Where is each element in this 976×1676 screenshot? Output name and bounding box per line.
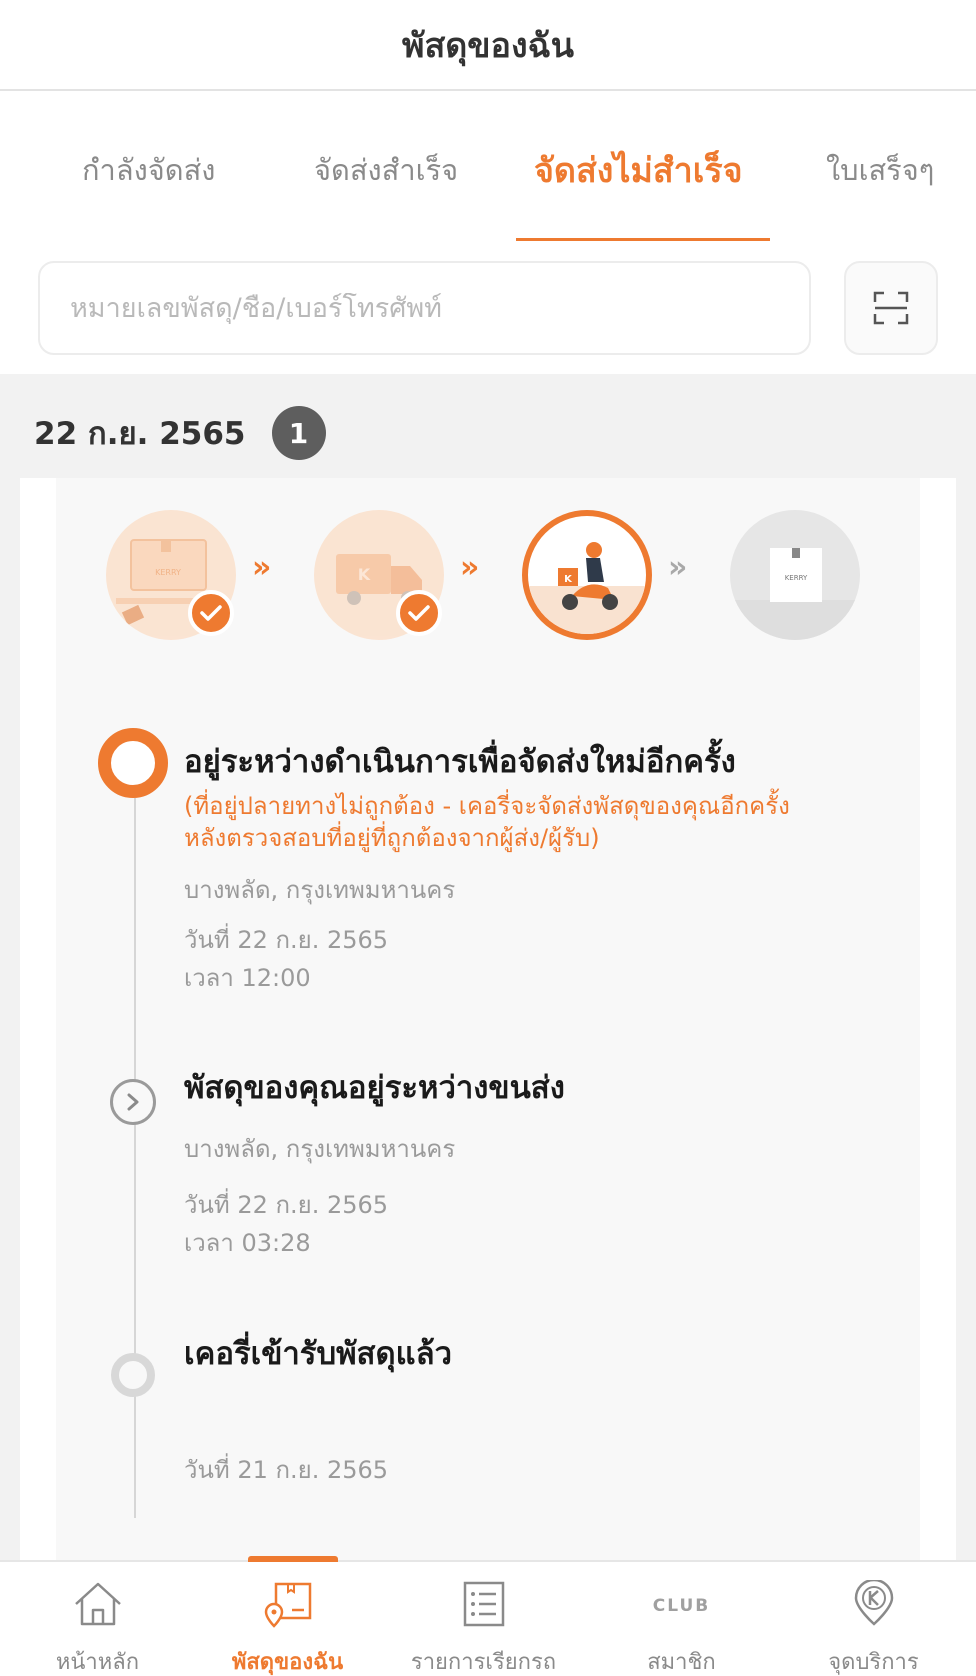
step-arrow-2-icon: » xyxy=(460,550,480,585)
tab-delivered[interactable]: จัดส่งสำเร็จ xyxy=(314,147,458,193)
event-title-picked-up: เคอรี่เข้ารับพัสดุแล้ว xyxy=(184,1336,452,1372)
step-out-for-delivery: K xyxy=(522,510,652,640)
event-location: บางพลัด, กรุงเทพมหานคร xyxy=(184,876,456,904)
timeline-line xyxy=(134,798,136,1518)
event-time: เวลา 03:28 xyxy=(184,1229,311,1257)
club-icon: CLUB xyxy=(652,1596,711,1616)
tab-delivery-failed[interactable]: จัดส่งไม่สำเร็จ xyxy=(534,143,743,197)
date-group-header: 22 ก.ย. 2565 1 xyxy=(34,406,326,460)
nav-member[interactable]: CLUB สมาชิก xyxy=(584,1562,779,1676)
parcel-list[interactable]: 22 ก.ย. 2565 1 KERRY » K » K » KERRY อยู… xyxy=(0,374,976,1560)
tab-receipts[interactable]: ใบเสร็จๆ xyxy=(826,147,934,193)
my-parcel-icon xyxy=(264,1582,311,1628)
event-title-redelivery: อยู่ระหว่างดำเนินการเพื่อจัดส่งใหม่อีกคร… xyxy=(184,744,736,780)
step-pickup-check-icon xyxy=(188,590,234,636)
event-date: วันที่ 22 ก.ย. 2565 xyxy=(184,926,389,954)
tab-in-delivery[interactable]: กำลังจัดส่ง xyxy=(82,147,215,193)
event-location: บางพลัด, กรุงเทพมหานคร xyxy=(184,1135,456,1163)
page-title: พัสดุของฉัน xyxy=(402,25,574,66)
group-date: 22 ก.ย. 2565 xyxy=(34,416,246,452)
parcel-count-badge: 1 xyxy=(271,406,326,460)
step-delivered: KERRY xyxy=(730,510,860,640)
event-date: วันที่ 22 ก.ย. 2565 xyxy=(184,1191,389,1219)
event-date: วันที่ 21 ก.ย. 2565 xyxy=(184,1456,389,1484)
nav-service-point[interactable]: จุดบริการ xyxy=(776,1562,971,1676)
app-header: พัสดุของฉัน xyxy=(0,0,976,91)
step-arrow-3-icon: » xyxy=(668,550,688,585)
chevron-right-icon xyxy=(127,1093,139,1111)
nav-home[interactable]: หน้าหลัก xyxy=(0,1562,195,1676)
search-box xyxy=(38,261,811,355)
event-note-line-2: หลังตรวจสอบที่อยู่ที่ถูกต้องจากผู้ส่ง/ผู… xyxy=(184,824,600,852)
nav-label: พัสดุของฉัน xyxy=(231,1650,344,1675)
event-time: เวลา 12:00 xyxy=(184,964,311,992)
parcel-card-wrapper: KERRY » K » K » KERRY อยู่ระหว่างดำเนินก… xyxy=(20,478,956,1560)
timeline-transit-dot xyxy=(110,1079,156,1125)
svg-text:K: K xyxy=(564,574,573,585)
search-row xyxy=(0,243,976,374)
svg-text:KERRY: KERRY xyxy=(155,568,181,577)
nav-label: รายการเรียกรถ xyxy=(410,1650,557,1675)
active-tab-indicator xyxy=(516,238,770,241)
svg-text:KERRY: KERRY xyxy=(785,574,808,582)
scan-icon xyxy=(873,291,909,325)
list-icon xyxy=(463,1581,504,1627)
scan-button[interactable] xyxy=(844,261,938,355)
bottom-navigation: หน้าหลัก พัสดุของฉัน รายการเรียกรถ CLUB … xyxy=(0,1556,976,1676)
step-arrow-1-icon: » xyxy=(252,550,272,585)
svg-text:K: K xyxy=(358,565,371,584)
event-title-in-transit: พัสดุของคุณอยู่ระหว่างขนส่ง xyxy=(184,1070,565,1106)
timeline-current-dot xyxy=(98,728,168,798)
step-transport-check-icon xyxy=(396,590,442,636)
home-icon xyxy=(74,1582,121,1626)
event-note-line-1: (ที่อยู่ปลายทางไม่ถูกต้อง - เคอรี่จะจัดส… xyxy=(184,792,790,820)
search-input[interactable] xyxy=(70,292,809,324)
delivered-box-icon: KERRY xyxy=(730,548,860,640)
courier-scooter-icon: K xyxy=(528,542,646,634)
nav-label: สมาชิก xyxy=(647,1650,716,1675)
timeline-past-dot xyxy=(111,1353,155,1397)
nav-label: หน้าหลัก xyxy=(55,1650,140,1675)
nav-label: จุดบริการ xyxy=(828,1650,919,1675)
nav-pickup-list[interactable]: รายการเรียกรถ xyxy=(386,1562,581,1676)
status-tabs: กำลังจัดส่ง จัดส่งสำเร็จ จัดส่งไม่สำเร็จ… xyxy=(0,93,976,243)
service-point-icon xyxy=(854,1580,893,1626)
nav-my-parcels[interactable]: พัสดุของฉัน xyxy=(190,1562,385,1676)
parcel-card[interactable]: KERRY » K » K » KERRY อยู่ระหว่างดำเนินก… xyxy=(56,478,920,1560)
